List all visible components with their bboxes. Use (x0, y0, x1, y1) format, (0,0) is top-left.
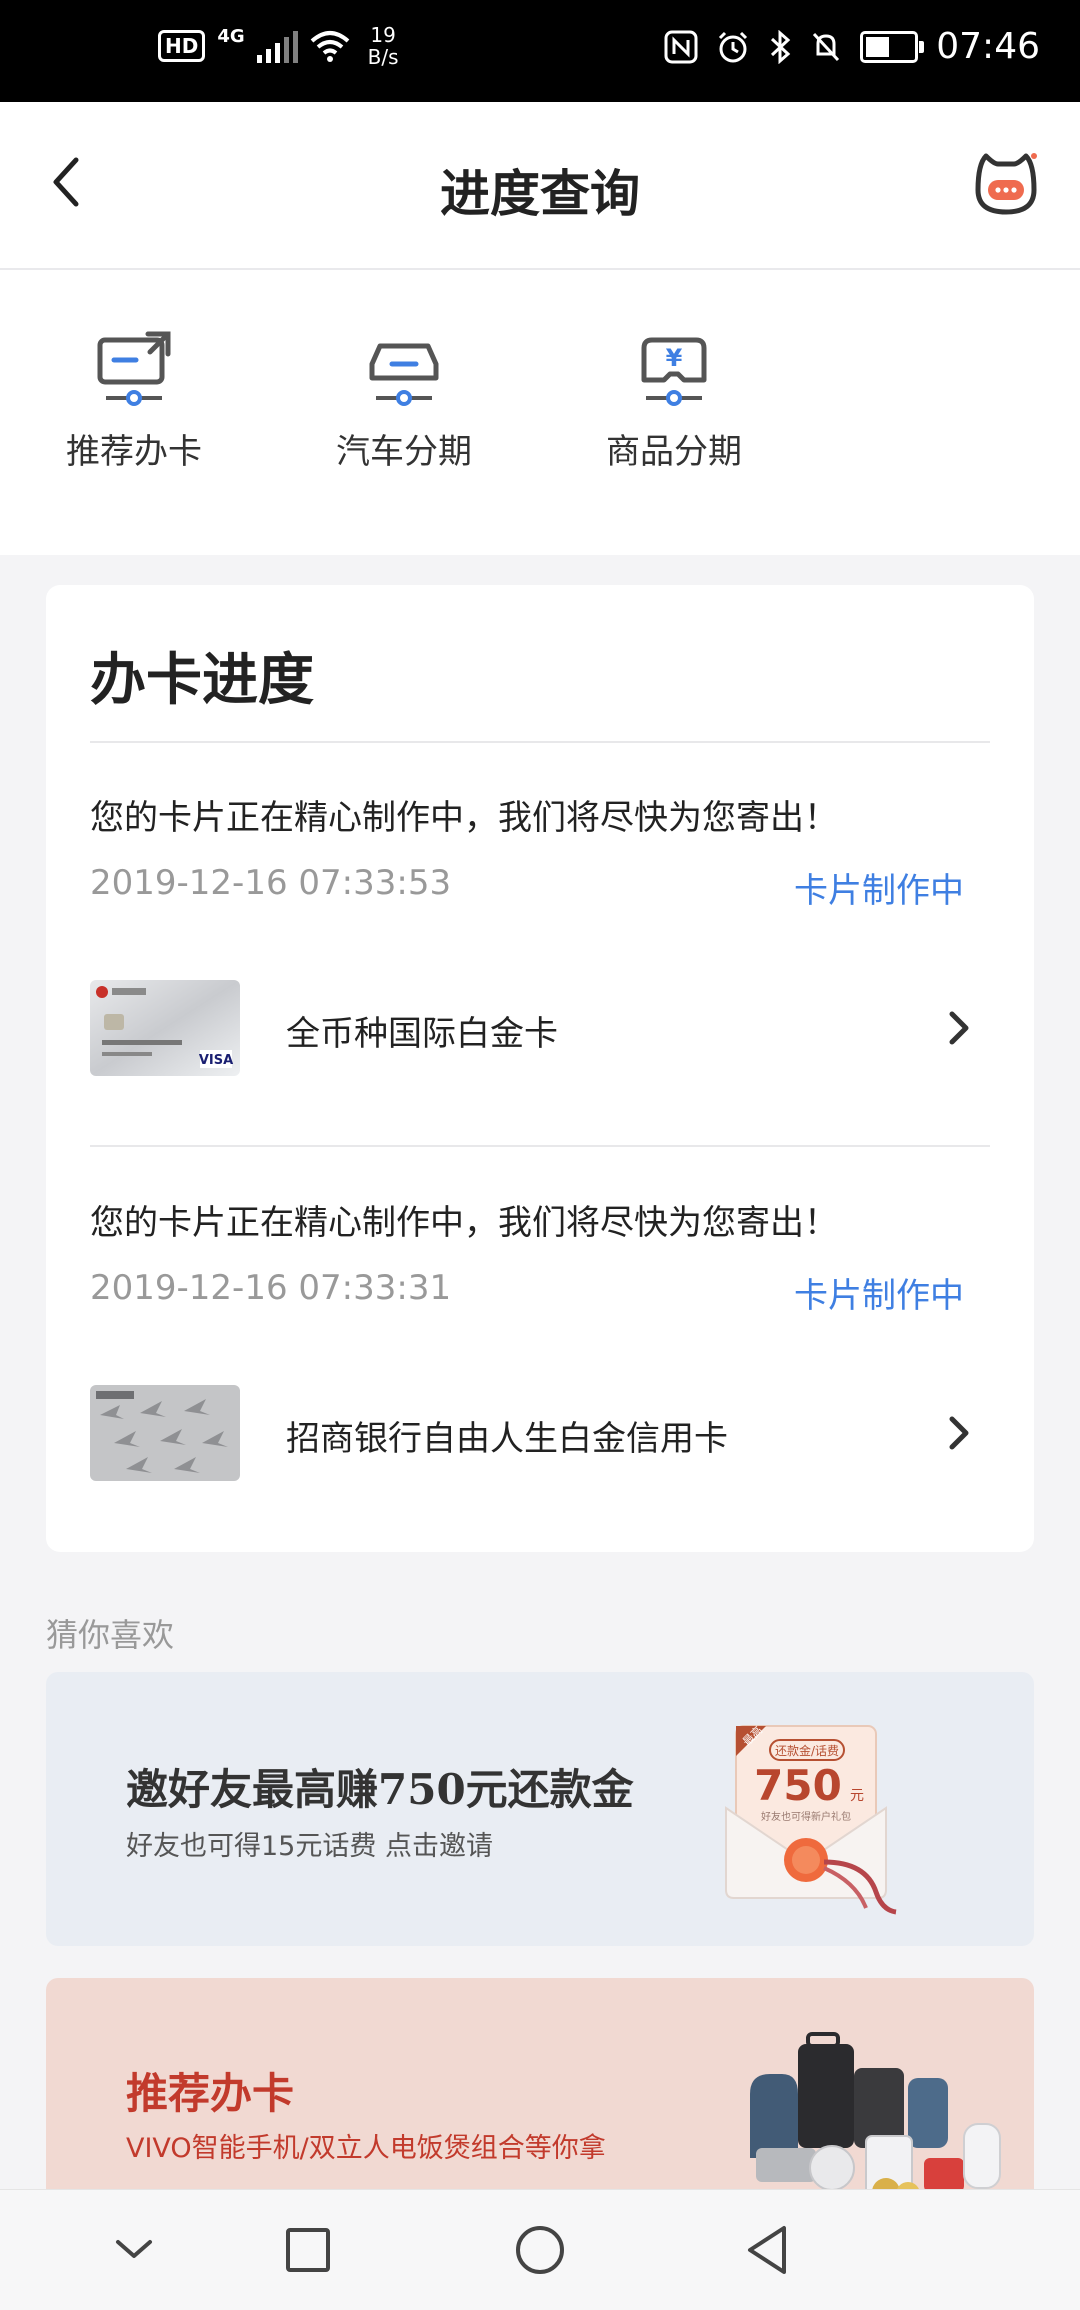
progress-message: 您的卡片正在精心制作中，我们将尽快为您寄出！ (90, 1203, 838, 1243)
progress-time: 2019-12-16 07:33:31 (90, 1268, 452, 1308)
hide-keyboard-chevron-icon[interactable] (104, 2220, 164, 2280)
divider (90, 741, 990, 743)
banner-title: 推荐办卡 (126, 2069, 295, 2118)
recent-apps-square-icon[interactable] (278, 2220, 338, 2280)
progress-message: 您的卡片正在精心制作中，我们将尽快为您寄出！ (90, 798, 838, 838)
mute-bell-icon (813, 32, 840, 61)
red-envelope-illustration: 最高 还款金/话费 750 元 好友也可得新户礼包 (725, 1723, 897, 1915)
nav-bar: 进度查询 (0, 102, 1080, 270)
network-type: 4G (217, 25, 245, 47)
customer-service-cat-icon[interactable] (972, 150, 1040, 216)
progress-card-title: 办卡进度 (90, 648, 314, 713)
card-name: 招商银行自由人生白金信用卡 (286, 1419, 728, 1459)
banner-subtitle: 好友也可得15元话费 点击邀请 (126, 1831, 493, 1862)
invite-friend-banner[interactable]: 邀好友最高赚750元还款金 好友也可得15元话费 点击邀请 最高 还款金/话费 … (46, 1672, 1034, 1946)
quick-recommend-card[interactable]: 推荐办卡 (34, 330, 234, 473)
card-thumbnail: VISA (90, 980, 240, 1076)
net-speed: 19 B/s (367, 23, 399, 69)
card-item[interactable]: VISA 全币种国际白金卡 (90, 980, 990, 1076)
guess-you-like-label: 猜你喜欢 (46, 1616, 175, 1654)
goods-yen-icon: ¥ (641, 337, 707, 406)
page-title: 进度查询 (440, 165, 640, 223)
banner-title: 邀好友最高赚750元还款金 (126, 1765, 634, 1814)
quick-goods-installment[interactable]: ¥ 商品分期 (574, 330, 774, 473)
card-item[interactable]: 招商银行自由人生白金信用卡 (90, 1385, 990, 1481)
envelope-tag: 还款金/话费 (775, 1743, 839, 1758)
divider (90, 1145, 990, 1147)
status-bar: HD 4G 19 B/s 07:46 (0, 0, 1080, 102)
clock: 07:46 (936, 26, 1040, 67)
nfc-icon (664, 30, 698, 63)
hd-badge: HD (158, 30, 206, 62)
svg-text:VISA: VISA (199, 1053, 233, 1068)
back-triangle-icon[interactable] (740, 2220, 800, 2280)
progress-status: 卡片制作中 (794, 871, 964, 911)
car-icon (369, 343, 439, 406)
quick-label: 汽车分期 (336, 432, 472, 472)
signal-icon (256, 29, 298, 63)
bluetooth-icon (771, 29, 791, 64)
svg-text:¥: ¥ (666, 344, 683, 372)
envelope-note: 好友也可得新户礼包 (761, 1810, 851, 1823)
chevron-right-icon (949, 1416, 969, 1450)
alarm-icon (719, 31, 748, 62)
quick-label: 推荐办卡 (66, 432, 202, 472)
progress-time: 2019-12-16 07:33:53 (90, 863, 452, 903)
card-name: 全币种国际白金卡 (286, 1014, 558, 1054)
quick-car-installment[interactable]: 汽车分期 (304, 330, 504, 473)
quick-entry-bar: 推荐办卡 汽车分期 ¥ 商品分期 (0, 270, 1080, 555)
battery-icon (860, 30, 925, 63)
home-circle-icon[interactable] (510, 2220, 570, 2280)
progress-status: 卡片制作中 (794, 1276, 964, 1316)
quick-label: 商品分期 (606, 432, 742, 472)
banner-subtitle: VIVO智能手机/双立人电饭煲组合等你拿 (126, 2133, 606, 2164)
chevron-right-icon (949, 1011, 969, 1045)
envelope-amount: 750 (754, 1761, 842, 1810)
recommend-card-icon (97, 331, 171, 406)
progress-card: 办卡进度 您的卡片正在精心制作中，我们将尽快为您寄出！ 2019-12-16 0… (46, 585, 1034, 1552)
wifi-icon (310, 31, 349, 62)
system-nav-bar (0, 2189, 1080, 2310)
card-thumbnail (90, 1385, 240, 1481)
envelope-unit: 元 (850, 1788, 864, 1804)
